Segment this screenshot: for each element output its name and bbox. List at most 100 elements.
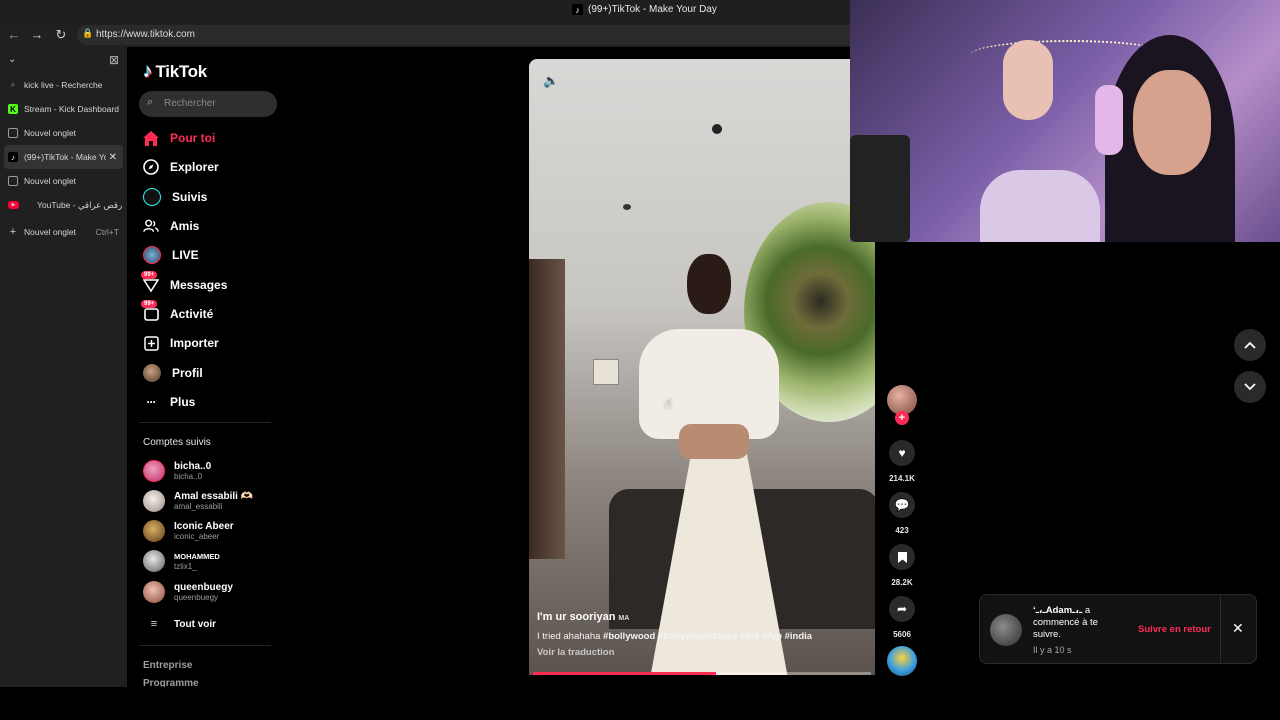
avatar [143, 550, 165, 572]
music-disc-icon[interactable] [887, 646, 917, 676]
video-author[interactable]: I'm ur sooriyan MA [537, 611, 867, 623]
tiktok-icon: ♪ [8, 152, 18, 162]
tiktok-logo[interactable]: ♪ TikTok [143, 61, 207, 83]
tiktok-note-icon: ♪ [143, 61, 153, 82]
see-translation-link[interactable]: Voir la traduction [537, 647, 867, 658]
tab-kick-dashboard[interactable]: K Stream - Kick Dashboard [0, 97, 127, 121]
follow-notification: ‘ـ،ـAdamـ،ـ a commencé à te suivre. Il y… [979, 594, 1257, 664]
vertical-tabs-panel: ⌄ ⊠ ⌕ kick live - Recherche K Stream - K… [0, 47, 127, 687]
chevron-down-icon[interactable]: ⌄ [8, 54, 16, 65]
nav-label: Importer [170, 336, 219, 350]
account-name: MOHAMMED [174, 552, 220, 561]
volume-icon[interactable]: 🔈 [543, 73, 559, 89]
nav-explorer[interactable]: Explorer [143, 156, 219, 178]
lock-icon: 🔒 [82, 28, 94, 38]
activity-badge: 99+ [141, 300, 158, 308]
refresh-icon[interactable]: ↻ [53, 27, 69, 43]
video-dancer [679, 424, 749, 459]
comment-icon[interactable]: 💬 [889, 492, 915, 518]
video-progress-bar[interactable] [533, 672, 871, 675]
window-title-text: (99+)TikTok - Make Your Day [588, 4, 717, 15]
close-tab-icon[interactable]: ✕ [109, 152, 117, 163]
nav-label: Amis [170, 219, 200, 233]
shortcut-hint: Ctrl+T [95, 227, 119, 237]
see-all-button[interactable]: ≡ Tout voir [143, 611, 216, 637]
search-icon: ⌕ [10, 80, 16, 89]
avatar[interactable] [990, 614, 1022, 646]
followed-account[interactable]: queenbuegy queenbuegy [143, 579, 233, 605]
caption-hashtags[interactable]: #bollywood #bollywooddance #srk #fyp #in… [603, 631, 812, 642]
forward-icon[interactable]: → [29, 27, 45, 43]
nav-activite[interactable]: 99+ Activité [141, 300, 214, 325]
nav-importer[interactable]: Importer [143, 332, 219, 354]
nav-label: LIVE [172, 248, 199, 262]
notification-user[interactable]: ‘ـ،ـAdamـ،ـ [1033, 605, 1082, 616]
account-username: iconic_abeer [174, 532, 220, 541]
close-icon[interactable]: ✕ [1232, 620, 1244, 637]
avatar [143, 581, 165, 603]
youtube-icon: ▶ [8, 201, 19, 209]
comment-count: 423 [895, 526, 909, 535]
followed-account[interactable]: MOHAMMED tzlix1_ [143, 548, 220, 574]
see-all-label: Tout voir [174, 618, 217, 630]
avatar [143, 490, 165, 512]
followed-account[interactable]: Amal essabili 🫶🏻 amal_essabili [143, 488, 253, 514]
tab-new-1[interactable]: Nouvel onglet [0, 121, 127, 145]
nav-label: Pour toi [170, 131, 216, 145]
divider [139, 422, 271, 423]
tab-label: Stream - Kick Dashboard [24, 104, 119, 114]
video-progress-fill [533, 672, 716, 675]
speaker [850, 135, 910, 242]
follow-back-button[interactable]: Suivre en retour [1138, 624, 1211, 635]
nav-amis[interactable]: Amis [143, 215, 199, 237]
search-input[interactable]: ⌕ Rechercher [139, 91, 277, 117]
more-icon: ··· [146, 395, 157, 409]
nav-label: Profil [172, 366, 203, 380]
nav-label: Plus [170, 395, 196, 409]
tab-label: Nouvel onglet [24, 227, 76, 237]
tabs-header: ⌄ ⊠ [0, 47, 127, 75]
activity-icon: 99+ [141, 300, 159, 322]
tab-kick-live[interactable]: ⌕ kick live - Recherche [0, 73, 127, 97]
followed-account[interactable]: bicha..0 bicha..0 [143, 458, 211, 484]
caption-text: I tried ahahaha [537, 631, 601, 642]
video-dancer [639, 329, 779, 439]
back-icon[interactable]: ← [6, 27, 22, 43]
nav-suivis[interactable]: Suivis [143, 186, 207, 208]
pin-icon[interactable]: ⊠ [109, 53, 119, 67]
divider [1220, 595, 1221, 663]
upload-icon [143, 335, 159, 351]
nav-live[interactable]: LIVE [143, 244, 199, 266]
follow-plus-icon[interactable]: + [895, 411, 909, 425]
next-video-button[interactable] [1234, 371, 1266, 403]
nav-pour-toi[interactable]: Pour toi [143, 127, 215, 149]
like-icon[interactable]: ♥ [889, 440, 915, 466]
video-player[interactable]: 🔈 I'm ur sooriyan MA I tried ahahaha #bol… [529, 59, 875, 675]
nav-profil[interactable]: Profil [143, 362, 203, 384]
author-tag: MA [618, 615, 630, 622]
tab-tiktok[interactable]: ♪ (99+)TikTok - Make Your Day ✕ [4, 145, 123, 169]
previous-video-button[interactable] [1234, 329, 1266, 361]
video-scene-door [529, 259, 565, 559]
bookmark-icon[interactable] [889, 544, 915, 570]
page-icon [8, 128, 18, 138]
browser-titlebar: ♪ (99+)TikTok - Make Your Day [0, 0, 850, 22]
search-placeholder: Rechercher [164, 98, 216, 109]
account-name: bicha..0 [174, 461, 212, 472]
plus-icon: + [9, 226, 17, 238]
tab-new-2[interactable]: Nouvel onglet [0, 169, 127, 193]
nav-label: Explorer [170, 160, 219, 174]
live-icon [143, 246, 161, 264]
nav-messages[interactable]: 99+ Messages [141, 271, 227, 296]
nav-label: Activité [170, 307, 214, 321]
new-tab-button[interactable]: + Nouvel onglet Ctrl+T [0, 220, 127, 244]
footer-link-entreprise[interactable]: Entreprise [143, 660, 192, 671]
following-icon [143, 188, 161, 206]
messages-icon: 99+ [141, 271, 159, 293]
tab-youtube[interactable]: ▶ YouTube - رقص عراقي [0, 193, 127, 217]
save-count: 28.2K [891, 578, 913, 587]
followed-account[interactable]: Iconic Abeer iconic_abeer [143, 518, 234, 544]
share-icon[interactable]: ➦ [889, 596, 915, 622]
url-field[interactable]: 🔒 https://www.tiktok.com [77, 25, 850, 45]
nav-plus[interactable]: ··· Plus [143, 391, 196, 413]
